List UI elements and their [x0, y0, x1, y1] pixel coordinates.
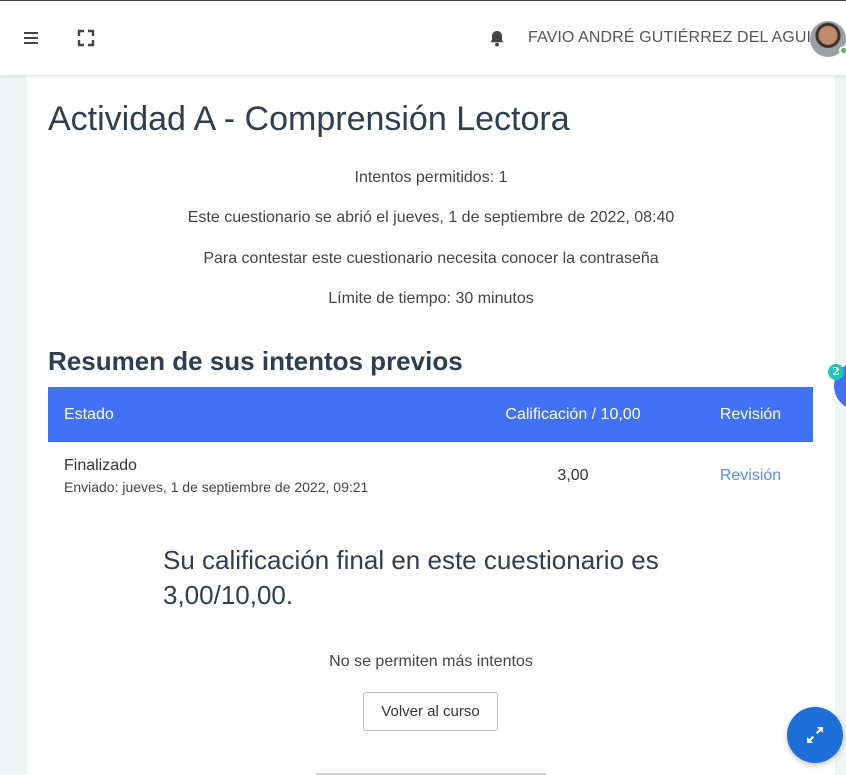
bell-icon[interactable] [486, 27, 508, 49]
expand-fab-button[interactable] [787, 707, 843, 763]
page-title: Actividad A - Comprensión Lectora [48, 100, 570, 138]
top-navbar: FAVIO ANDRÉ GUTIÉRREZ DEL AGUILA [0, 0, 846, 75]
attempts-summary-title: Resumen de sus intentos previos [48, 346, 463, 376]
avatar[interactable] [810, 21, 846, 57]
notification-count-badge: 2 [828, 364, 844, 380]
final-grade-text: Su calificación final en este cuestionar… [163, 545, 659, 610]
no-more-attempts-text: No se permiten más intentos [329, 653, 533, 670]
fullscreen-icon[interactable] [75, 27, 97, 49]
column-header-grade: Calificación / 10,00 [505, 405, 641, 423]
time-limit-text: Límite de tiempo: 30 minutos [328, 290, 534, 307]
attempt-grade: 3,00 [557, 467, 589, 484]
column-header-review: Revisión [719, 405, 782, 423]
table-row: Finalizado Enviado: jueves, 1 de septiem… [48, 442, 813, 510]
online-status-icon [839, 46, 846, 55]
expand-arrows-icon [807, 727, 823, 743]
quiz-opened-text: Este cuestionario se abrió el jueves, 1 … [187, 209, 675, 226]
password-required-text: Para contestar este cuestionario necesit… [203, 250, 659, 267]
attempts-allowed-text: Intentos permitidos: 1 [354, 169, 508, 186]
table-header-row: Estado Calificación / 10,00 Revisión [48, 387, 813, 442]
column-header-state: Estado [64, 405, 114, 423]
attempts-table: Estado Calificación / 10,00 Revisión Fin… [48, 387, 813, 510]
user-name[interactable]: FAVIO ANDRÉ GUTIÉRREZ DEL AGUILA [528, 29, 831, 47]
back-to-course-button[interactable]: Volver al curso [363, 692, 498, 731]
attempt-state: Finalizado [64, 457, 137, 474]
review-link[interactable]: Revisión [720, 467, 781, 484]
attempt-review-cell: Revisión [688, 442, 813, 510]
attempt-submitted-date: Enviado: jueves, 1 de septiembre de 2022… [64, 479, 369, 495]
hamburger-icon[interactable] [20, 27, 42, 49]
attempt-state-cell: Finalizado Enviado: jueves, 1 de septiem… [48, 442, 458, 510]
